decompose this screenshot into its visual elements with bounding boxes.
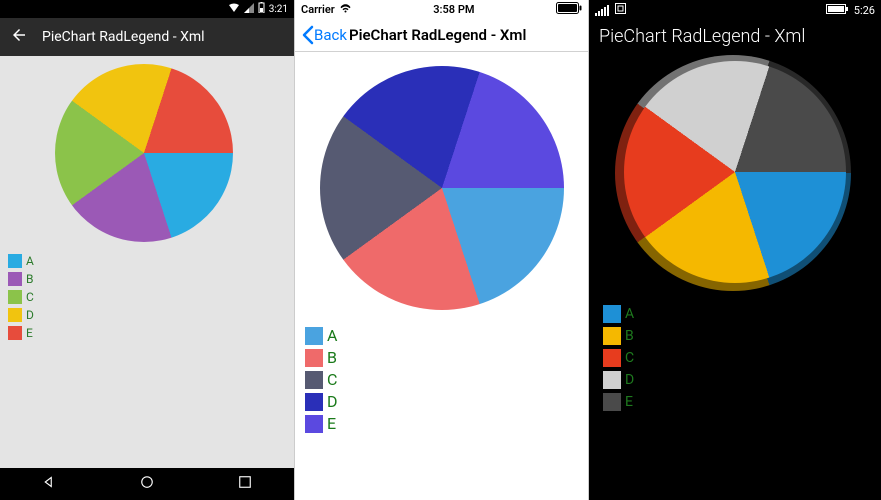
legend-item: E bbox=[305, 414, 338, 433]
signal-icon bbox=[595, 5, 609, 16]
legend-swatch bbox=[305, 327, 323, 345]
back-label: Back bbox=[314, 26, 347, 44]
legend-item: E bbox=[8, 326, 34, 340]
legend-swatch bbox=[8, 254, 22, 268]
legend-label: B bbox=[26, 272, 33, 286]
back-button[interactable]: Back bbox=[301, 25, 347, 45]
legend-label: A bbox=[26, 254, 34, 268]
chart-legend: ABCDE bbox=[8, 254, 34, 340]
legend-item: D bbox=[305, 392, 338, 411]
ios-content: ABCDE bbox=[295, 52, 588, 500]
legend-item: D bbox=[8, 308, 34, 322]
legend-swatch bbox=[305, 415, 323, 433]
status-time: 3:21 bbox=[269, 4, 288, 15]
android-action-bar: PieChart RadLegend - Xml bbox=[0, 18, 294, 56]
legend-swatch bbox=[305, 371, 323, 389]
legend-label: A bbox=[625, 306, 634, 322]
legend-swatch bbox=[8, 272, 22, 286]
legend-swatch bbox=[603, 305, 621, 323]
legend-swatch bbox=[305, 349, 323, 367]
legend-swatch bbox=[603, 349, 621, 367]
battery-icon bbox=[258, 2, 265, 16]
status-carrier: Carrier bbox=[301, 3, 335, 16]
page-title: PieChart RadLegend - Xml bbox=[42, 29, 205, 45]
android-content: ABCDE bbox=[0, 56, 294, 468]
wifi-icon bbox=[339, 3, 352, 16]
ios-panel: Carrier 3:58 PM Back PieChart RadLegend … bbox=[294, 0, 589, 500]
legend-swatch bbox=[8, 290, 22, 304]
legend-item: B bbox=[603, 327, 634, 345]
pie-chart bbox=[320, 66, 564, 310]
status-time: 5:26 bbox=[854, 4, 875, 17]
nav-recent-icon[interactable] bbox=[236, 473, 254, 495]
legend-item: D bbox=[603, 371, 634, 389]
legend-label: B bbox=[327, 348, 337, 367]
battery-icon bbox=[556, 2, 582, 17]
win-status-bar: 5:26 bbox=[589, 0, 881, 20]
legend-swatch bbox=[603, 393, 621, 411]
page-title: PieChart RadLegend - Xml bbox=[589, 20, 881, 51]
legend-item: B bbox=[305, 348, 338, 367]
legend-label: D bbox=[26, 308, 34, 322]
legend-item: B bbox=[8, 272, 34, 286]
legend-label: C bbox=[327, 370, 337, 389]
legend-swatch bbox=[305, 393, 323, 411]
legend-swatch bbox=[8, 326, 22, 340]
legend-item: A bbox=[603, 305, 634, 323]
legend-item: A bbox=[8, 254, 34, 268]
android-status-bar: 3:21 bbox=[0, 0, 294, 18]
sim-icon bbox=[615, 3, 626, 17]
pie-chart bbox=[55, 64, 233, 242]
legend-label: D bbox=[625, 372, 634, 388]
nav-home-icon[interactable] bbox=[138, 473, 156, 495]
chart-legend: ABCDE bbox=[603, 305, 634, 411]
battery-icon bbox=[826, 4, 848, 17]
signal-icon bbox=[244, 3, 254, 16]
legend-label: E bbox=[26, 326, 33, 340]
legend-item: A bbox=[305, 326, 338, 345]
chevron-left-icon bbox=[301, 25, 314, 45]
legend-label: A bbox=[327, 326, 337, 345]
status-time: 3:58 PM bbox=[433, 3, 474, 16]
win-content: ABCDE bbox=[589, 51, 881, 500]
legend-label: C bbox=[625, 350, 634, 366]
ios-nav-header: Back PieChart RadLegend - Xml bbox=[295, 18, 588, 52]
legend-label: E bbox=[327, 414, 336, 433]
legend-label: C bbox=[26, 290, 34, 304]
ios-status-bar: Carrier 3:58 PM bbox=[295, 0, 588, 18]
page-title: PieChart RadLegend - Xml bbox=[349, 26, 526, 44]
legend-item: C bbox=[603, 349, 634, 367]
nav-back-icon[interactable] bbox=[40, 473, 58, 495]
legend-swatch bbox=[603, 327, 621, 345]
legend-label: D bbox=[327, 392, 338, 411]
legend-item: C bbox=[305, 370, 338, 389]
legend-label: B bbox=[625, 328, 634, 344]
legend-label: E bbox=[625, 394, 633, 410]
legend-item: C bbox=[8, 290, 34, 304]
chart-legend: ABCDE bbox=[305, 326, 338, 433]
legend-swatch bbox=[8, 308, 22, 322]
wifi-icon bbox=[228, 3, 240, 16]
pie-chart bbox=[615, 55, 851, 291]
back-arrow-icon[interactable] bbox=[10, 26, 28, 48]
legend-item: E bbox=[603, 393, 634, 411]
legend-swatch bbox=[603, 371, 621, 389]
windows-panel: 5:26 PieChart RadLegend - Xml ABCDE bbox=[589, 0, 881, 500]
android-panel: 3:21 PieChart RadLegend - Xml ABCDE bbox=[0, 0, 294, 500]
android-nav-bar bbox=[0, 468, 294, 500]
